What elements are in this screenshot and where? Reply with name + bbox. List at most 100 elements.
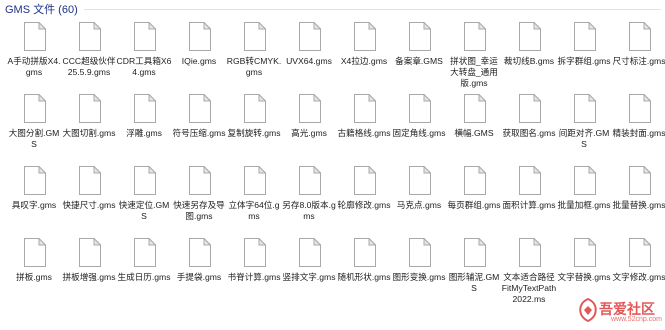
file-item[interactable]: 尺寸标注.gms — [611, 20, 665, 90]
file-name: 拼板.gms — [16, 272, 52, 282]
file-item[interactable]: 竖排文字.gms — [281, 236, 337, 306]
file-name: 符号压缩.gms — [172, 128, 226, 138]
file-item[interactable]: 大图切割.gms — [61, 92, 117, 162]
gms-file-icon — [629, 166, 651, 195]
file-item[interactable]: 复制旋转.gms — [226, 92, 282, 162]
file-name: 马克点.gms — [396, 200, 442, 210]
file-item[interactable]: 文本适合路径FitMyTextPath2022.ms — [501, 236, 557, 306]
file-name: 大图分割.GMS — [8, 128, 60, 149]
gms-file-icon — [189, 238, 211, 267]
file-name: X4拉边.gms — [340, 56, 388, 66]
file-item[interactable]: 面积计算.gms — [501, 164, 557, 234]
file-name: 文字替换.gms — [557, 272, 611, 282]
gms-file-icon — [244, 238, 266, 267]
gms-file-icon — [464, 238, 486, 267]
file-item[interactable]: 立体字64位.gms — [226, 164, 282, 234]
file-item[interactable]: 固定角线.gms — [391, 92, 447, 162]
gms-file-icon — [24, 166, 46, 195]
file-item[interactable]: 横幅.GMS — [446, 92, 502, 162]
file-item[interactable]: 随机形状.gms — [336, 236, 392, 306]
file-name: 另存8.0版本.gms — [282, 200, 336, 221]
file-name: 获取图名.gms — [502, 128, 556, 138]
gms-file-icon — [409, 22, 431, 51]
file-name: 批量替换.gms — [612, 200, 665, 210]
file-item[interactable]: 古籍格线.gms — [336, 92, 392, 162]
file-name: 古籍格线.gms — [337, 128, 391, 138]
file-item[interactable]: 精装封面.gms — [611, 92, 665, 162]
file-item[interactable]: 另存8.0版本.gms — [281, 164, 337, 234]
gms-file-icon — [244, 166, 266, 195]
file-item[interactable]: 图形变换.gms — [391, 236, 447, 306]
file-item[interactable]: 轮廓修改.gms — [336, 164, 392, 234]
gms-file-icon — [134, 238, 156, 267]
file-item[interactable]: 书脊计算.gms — [226, 236, 282, 306]
file-item[interactable]: 浮雕.gms — [116, 92, 172, 162]
file-name: 具叹字.gms — [11, 200, 57, 210]
group-header[interactable]: GMS 文件 (60) — [0, 0, 665, 18]
file-item[interactable]: 裁切线B.gms — [501, 20, 557, 90]
file-item[interactable]: 快捷尺寸.gms — [61, 164, 117, 234]
gms-file-icon — [464, 166, 486, 195]
gms-file-icon — [244, 22, 266, 51]
file-name: 快速定位.GMS — [118, 200, 170, 221]
file-item[interactable]: 具叹字.gms — [6, 164, 62, 234]
file-name: 每页群组.gms — [447, 200, 501, 210]
file-name: 文字修改.gms — [612, 272, 665, 282]
gms-file-icon — [574, 166, 596, 195]
file-item[interactable]: 拼板增强.gms — [61, 236, 117, 306]
file-item[interactable]: UVX64.gms — [281, 20, 337, 90]
file-item[interactable]: IQie.gms — [171, 20, 227, 90]
gms-file-icon — [134, 166, 156, 195]
file-item[interactable]: 快速另存及导图.gms — [171, 164, 227, 234]
file-item[interactable]: RGB转CMYK.gms — [226, 20, 282, 90]
file-item[interactable]: A手动拼版X4.gms — [6, 20, 62, 90]
file-name: 面积计算.gms — [502, 200, 556, 210]
file-item[interactable]: 符号压缩.gms — [171, 92, 227, 162]
file-item[interactable]: CCC超级伙伴25.5.9.gms — [61, 20, 117, 90]
gms-file-icon — [519, 22, 541, 51]
file-grid: A手动拼版X4.gms CCC超级伙伴25.5.9.gms CDR工具箱X64.gm… — [0, 20, 665, 330]
gms-file-icon — [629, 94, 651, 123]
file-item[interactable]: 手提袋.gms — [171, 236, 227, 306]
file-item[interactable]: 马克点.gms — [391, 164, 447, 234]
gms-file-icon — [354, 22, 376, 51]
file-name: 立体字64位.gms — [228, 200, 280, 221]
file-item[interactable]: 生成日历.gms — [116, 236, 172, 306]
file-item[interactable]: 拼状图_幸运大转盘_通用版.gms — [446, 20, 502, 90]
gms-file-icon — [134, 22, 156, 51]
file-name: IQie.gms — [181, 56, 217, 66]
file-item[interactable]: X4拉边.gms — [336, 20, 392, 90]
gms-file-icon — [409, 238, 431, 267]
file-item[interactable]: 高光.gms — [281, 92, 337, 162]
file-item[interactable]: 每页群组.gms — [446, 164, 502, 234]
file-item[interactable]: 拼板.gms — [6, 236, 62, 306]
file-name: 快捷尺寸.gms — [62, 200, 116, 210]
file-item[interactable]: 拆字群组.gms — [556, 20, 612, 90]
gms-file-icon — [244, 94, 266, 123]
file-name: 手提袋.gms — [176, 272, 222, 282]
file-item[interactable]: 批量加框.gms — [556, 164, 612, 234]
gms-file-icon — [519, 238, 541, 267]
gms-file-icon — [24, 238, 46, 267]
file-item[interactable]: 快速定位.GMS — [116, 164, 172, 234]
file-name: 尺寸标注.gms — [612, 56, 665, 66]
file-name: 批量加框.gms — [557, 200, 611, 210]
file-name: 随机形状.gms — [337, 272, 391, 282]
file-item[interactable]: 图形辅泥.GMS — [446, 236, 502, 306]
watermark-logo-icon — [579, 298, 597, 322]
file-item[interactable]: CDR工具箱X64.gms — [116, 20, 172, 90]
file-item[interactable]: 大图分割.GMS — [6, 92, 62, 162]
file-item[interactable]: 备案章.GMS — [391, 20, 447, 90]
file-name: 精装封面.gms — [612, 128, 665, 138]
file-name: CCC超级伙伴25.5.9.gms — [62, 56, 116, 77]
file-name: CDR工具箱X64.gms — [116, 56, 172, 77]
gms-file-icon — [79, 166, 101, 195]
file-item[interactable]: 间距对齐.GMS — [556, 92, 612, 162]
gms-file-icon — [574, 238, 596, 267]
file-item[interactable]: 获取图名.gms — [501, 92, 557, 162]
file-name: 大图切割.gms — [62, 128, 116, 138]
file-name: RGB转CMYK.gms — [226, 56, 282, 77]
file-item[interactable]: 批量替换.gms — [611, 164, 665, 234]
group-title[interactable]: GMS 文件 (60) — [0, 1, 78, 17]
gms-file-icon — [354, 238, 376, 267]
